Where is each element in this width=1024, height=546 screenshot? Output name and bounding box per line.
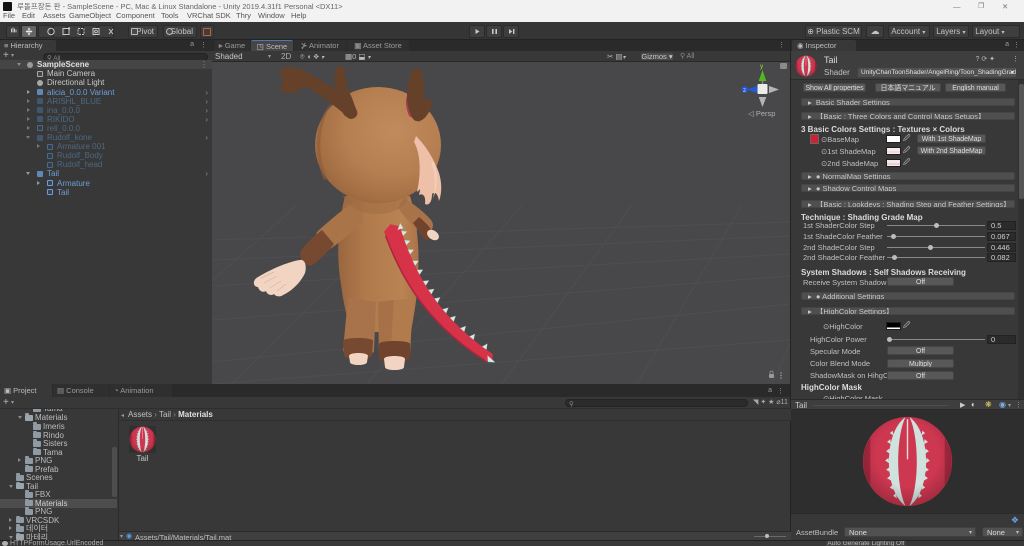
svg-text:◁ Persp: ◁ Persp xyxy=(748,109,775,118)
svg-text:z: z xyxy=(743,88,746,94)
